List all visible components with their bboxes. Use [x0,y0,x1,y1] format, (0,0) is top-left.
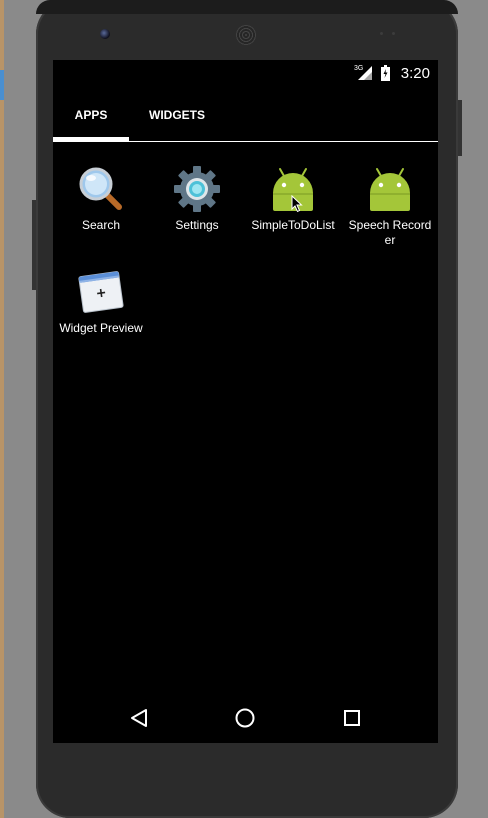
tab-widgets[interactable]: WIDGETS [133,88,221,142]
app-label: Speech Recorder [348,218,432,247]
navigation-bar [53,693,438,743]
app-widget-preview[interactable]: Widget Preview [53,268,149,336]
battery-icon [381,65,390,81]
status-bar: 3G 3:20 [53,60,438,88]
app-label: Search [81,218,121,232]
home-icon[interactable] [232,705,258,731]
app-speech-recorder[interactable]: Speech Recorder [342,165,438,248]
tab-apps[interactable]: APPS [53,88,129,142]
signal-icon [358,66,372,80]
tab-divider [53,141,438,142]
mouse-pointer-icon [291,195,303,213]
tab-bar: APPS WIDGETS [53,88,438,142]
earpiece-speaker [236,25,256,45]
app-label: Settings [175,218,219,232]
device-screen: 3G 3:20 APPS WIDGETS Search Settings Sim… [53,60,438,743]
app-search[interactable]: Search [53,165,149,233]
proximity-sensor [380,32,383,35]
power-button [458,100,462,156]
recents-icon[interactable] [339,705,365,731]
settings-icon [173,165,221,213]
app-label: Widget Preview [59,321,143,335]
volume-button [32,200,36,290]
android-icon [366,165,414,213]
device-top-edge [36,0,458,14]
back-icon[interactable] [126,705,152,731]
app-label: SimpleToDoList [251,218,335,232]
app-settings[interactable]: Settings [149,165,245,233]
search-icon [77,165,125,213]
light-sensor [392,32,395,35]
widget-preview-icon [77,268,125,316]
front-camera [100,29,110,39]
status-time: 3:20 [400,65,430,82]
host-window-edge [0,0,4,818]
